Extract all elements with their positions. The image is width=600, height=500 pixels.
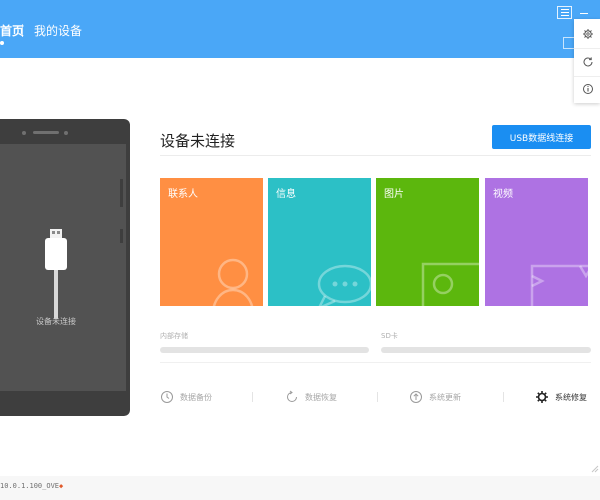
restore-button[interactable]: 数据恢复 — [285, 388, 337, 406]
sd-card-label: SD卡 — [381, 332, 398, 340]
tile-label: 联系人 — [168, 189, 198, 200]
contact-icon — [212, 258, 254, 306]
restore-label: 数据恢复 — [305, 392, 337, 402]
device-status-text: 设备未连接 — [36, 317, 76, 326]
restore-icon — [287, 390, 297, 402]
repair-label: 系统修复 — [555, 392, 587, 402]
minimize-icon[interactable] — [580, 5, 590, 17]
menu-icon[interactable] — [557, 6, 572, 19]
info-icon[interactable] — [582, 83, 594, 95]
sd-card-bar — [381, 347, 591, 353]
refresh-icon[interactable] — [582, 56, 594, 68]
version-label: 10.0.1.100_OVE◆ — [0, 482, 64, 490]
tile-label: 图片 — [384, 189, 404, 200]
backup-button[interactable]: 数据备份 — [160, 388, 212, 406]
repair-gear-icon — [536, 391, 548, 403]
phone-side-button — [120, 179, 123, 207]
tool-divider — [252, 392, 253, 402]
internal-storage-label: 内部存储 — [160, 332, 188, 340]
connection-title: 设备未连接 — [160, 132, 236, 150]
phone-sensor — [64, 131, 68, 135]
update-label: 系统更新 — [429, 392, 461, 402]
resize-grip-icon[interactable] — [589, 463, 599, 473]
tile-images[interactable]: 图片 — [376, 178, 479, 306]
phone-screen: 设备未连接 — [0, 144, 126, 391]
phone-illustration: 设备未连接 — [0, 119, 130, 416]
video-icon — [530, 264, 588, 306]
phone-camera — [22, 131, 26, 135]
settings-icon[interactable] — [582, 28, 594, 40]
message-icon — [317, 264, 371, 306]
nav-my-devices-tab[interactable]: 我的设备 — [34, 22, 82, 39]
tile-contacts[interactable]: 联系人 — [160, 178, 263, 306]
system-update-button[interactable]: 系统更新 — [409, 388, 461, 406]
divider — [160, 362, 591, 363]
status-bar: 10.0.1.100_OVE◆ — [0, 476, 600, 500]
top-bar: 首页 我的设备 — [0, 0, 600, 58]
active-tab-indicator — [0, 41, 4, 45]
settings-dropdown — [574, 19, 600, 103]
tile-videos[interactable]: 视频 — [485, 178, 588, 306]
phone-side-button — [120, 229, 123, 243]
tool-divider — [377, 392, 378, 402]
internal-storage-bar — [160, 347, 369, 353]
update-icon — [410, 391, 422, 403]
tile-label: 视频 — [493, 189, 513, 200]
backup-icon — [161, 391, 173, 403]
tile-label: 信息 — [276, 189, 296, 200]
backup-label: 数据备份 — [180, 392, 212, 402]
usb-connect-button[interactable]: USB数据线连接 — [492, 125, 591, 149]
nav-home-tab[interactable]: 首页 — [0, 22, 24, 39]
image-icon — [421, 262, 479, 306]
phone-speaker — [33, 131, 59, 134]
nav-divider — [22, 24, 23, 37]
divider — [160, 155, 591, 156]
system-repair-button[interactable]: 系统修复 — [535, 388, 587, 406]
tile-messages[interactable]: 信息 — [268, 178, 371, 306]
tool-divider — [503, 392, 504, 402]
usb-cable-icon — [45, 229, 67, 319]
